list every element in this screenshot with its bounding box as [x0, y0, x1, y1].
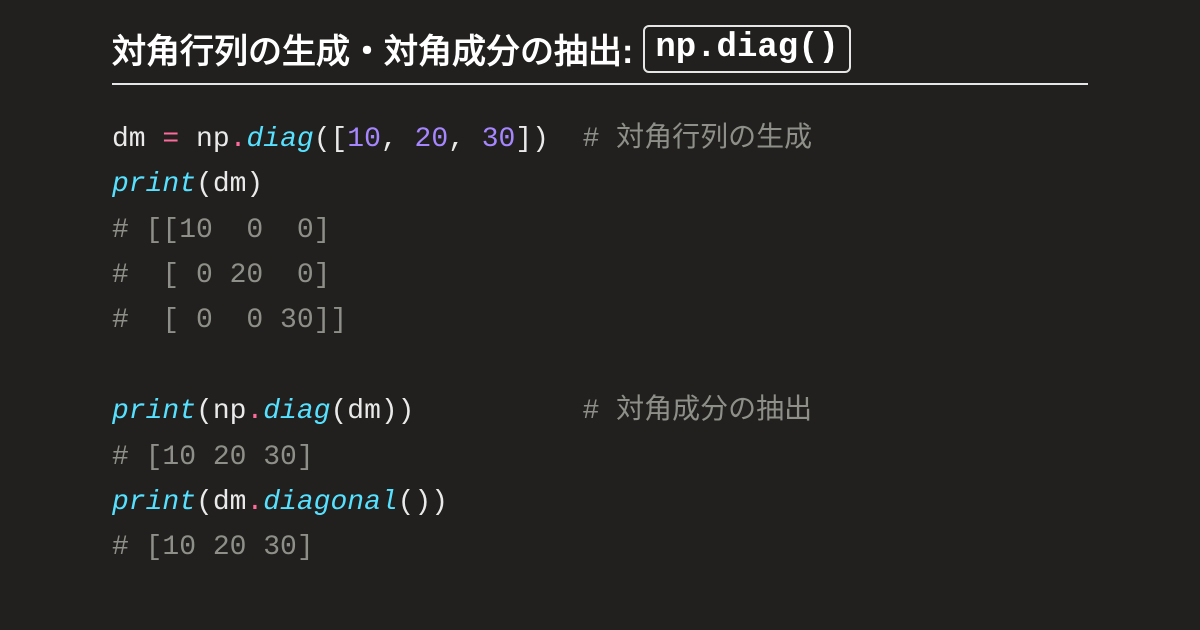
page-title: 対角行列の生成・対角成分の抽出: np.diag()	[112, 24, 1088, 85]
code-token-punct: (dm))	[330, 396, 582, 427]
code-token-comment: # [[10 0 0]	[112, 215, 330, 246]
title-text: 対角行列の生成・対角成分の抽出:	[112, 24, 633, 73]
title-code-badge: np.diag()	[643, 25, 851, 73]
code-token-comment: # [10 20 30]	[112, 532, 314, 563]
code-token-comment: # [ 0 20 0]	[112, 260, 330, 291]
code-token-punct: ,	[381, 124, 415, 155]
code-token-func: print	[112, 396, 196, 427]
code-token-num: 20	[415, 124, 449, 155]
code-token-punct: ,	[448, 124, 482, 155]
code-token-punct: ([	[314, 124, 348, 155]
code-token-comment: # [10 20 30]	[112, 442, 314, 473]
code-token-op: .	[230, 124, 247, 155]
code-token-comment: # 対角行列の生成	[583, 124, 813, 155]
code-token-func: diag	[246, 124, 313, 155]
code-token-num: 10	[347, 124, 381, 155]
code-token-punct: ())	[398, 487, 448, 518]
code-token-comment: # [ 0 0 30]]	[112, 305, 347, 336]
code-block: dm = np.diag([10, 20, 30]) # 対角行列の生成 pri…	[112, 117, 1088, 571]
code-token-punct: (np	[196, 396, 246, 427]
code-token-var: np	[179, 124, 229, 155]
code-token-var: dm	[112, 124, 162, 155]
code-token-punct: (dm)	[196, 169, 263, 200]
code-token-func: print	[112, 169, 196, 200]
code-token-punct: ])	[515, 124, 582, 155]
code-token-func: diagonal	[263, 487, 397, 518]
code-token-num: 30	[482, 124, 516, 155]
code-token-op: .	[246, 396, 263, 427]
code-token-func: print	[112, 487, 196, 518]
code-token-func: diag	[263, 396, 330, 427]
code-token-op: .	[246, 487, 263, 518]
code-token-punct: (dm	[196, 487, 246, 518]
code-token-op: =	[162, 124, 179, 155]
code-token-comment: # 対角成分の抽出	[583, 396, 813, 427]
